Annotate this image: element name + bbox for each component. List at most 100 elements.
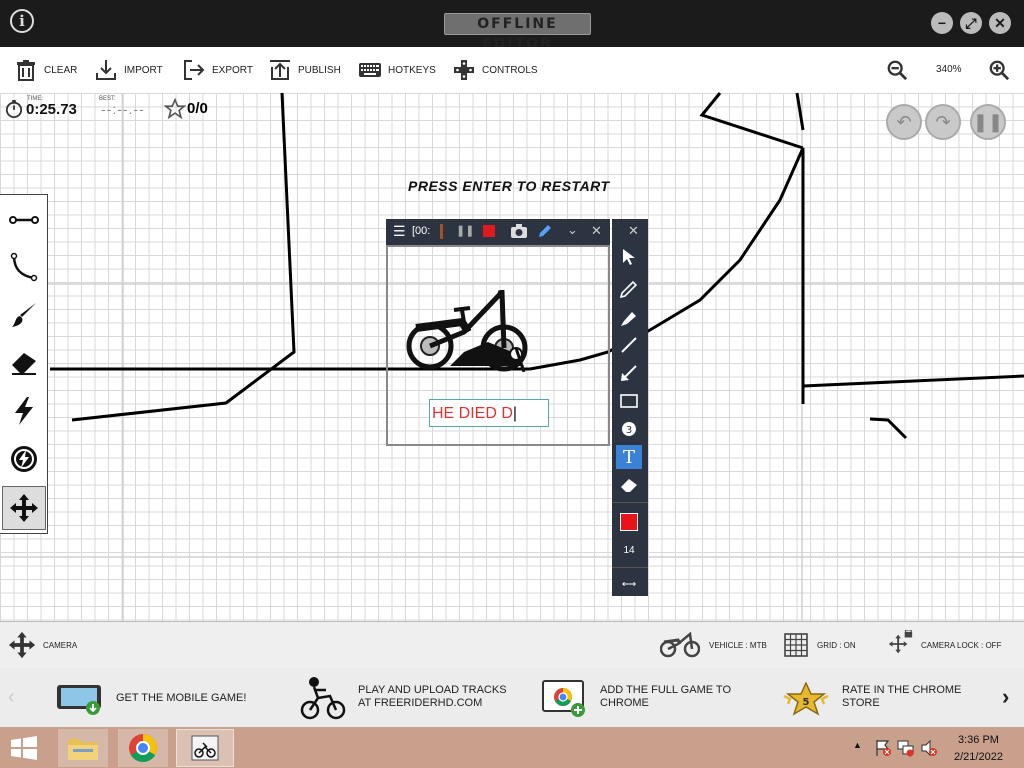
drawing-close-icon[interactable]: ✕: [628, 223, 639, 239]
annotation-text: HE DIED D: [432, 405, 513, 422]
promo-mobile-text[interactable]: GET THE MOBILE GAME!: [116, 692, 246, 705]
resize-arrows-icon: ⟷: [621, 578, 637, 590]
windows-start-icon[interactable]: [10, 736, 38, 760]
move-icon: [10, 494, 38, 522]
grid-label[interactable]: GRID : ON: [817, 641, 856, 650]
restart-message: PRESS ENTER TO RESTART: [408, 178, 610, 194]
mobile-game-icon[interactable]: [56, 682, 104, 716]
rating-badge-number: 5: [803, 697, 810, 708]
undo-icon: ↶: [896, 112, 912, 132]
straight-line-icon: [9, 216, 39, 224]
taskbar-chrome[interactable]: [118, 729, 168, 767]
rider-icon[interactable]: [300, 676, 346, 720]
app-title: OFFLINE EDITOR: [444, 13, 591, 52]
annotation-textbox[interactable]: HE DIED D|: [429, 399, 549, 427]
number-badge-icon: 3: [622, 422, 636, 436]
grid-icon[interactable]: [784, 633, 808, 657]
camera-move-icon[interactable]: [8, 631, 36, 659]
minimize-button[interactable]: −: [931, 12, 953, 34]
publish-label: PUBLISH: [298, 64, 341, 76]
taskbar-freerider[interactable]: [176, 729, 234, 767]
pointer-tool[interactable]: [616, 245, 642, 269]
undo-button[interactable]: ↶: [886, 104, 922, 140]
brush-tool[interactable]: [2, 293, 46, 337]
close-button[interactable]: ✕: [989, 12, 1011, 34]
line-icon: [621, 337, 637, 353]
folder-icon: [68, 739, 98, 760]
size-selector[interactable]: 14: [616, 538, 642, 562]
pause-icon: ❚❚: [972, 112, 1004, 132]
promo-rate-text[interactable]: RATE IN THE CHROME STORE: [842, 684, 961, 710]
zoom-in-icon[interactable]: [988, 59, 1010, 81]
recorder-pause-icon[interactable]: ❚❚: [456, 224, 474, 237]
eraser-tool[interactable]: [2, 341, 46, 385]
tray-expand-icon[interactable]: ▲: [853, 740, 862, 750]
info-button[interactable]: i: [10, 9, 34, 33]
redo-button[interactable]: ↷: [925, 104, 961, 140]
controls-button[interactable]: CONTROLS: [452, 58, 538, 82]
vehicle-label[interactable]: VEHICLE : MTB: [709, 641, 767, 650]
color-swatch: [620, 513, 638, 531]
promo-upload-text[interactable]: PLAY AND UPLOAD TRACKS AT FREERIDERHD.CO…: [358, 684, 507, 710]
line-tool[interactable]: [616, 333, 642, 357]
curve-tool[interactable]: [2, 245, 46, 289]
menu-icon[interactable]: ☰: [393, 223, 406, 240]
status-bar: CAMERA VEHICLE : MTB GRID : ON CAMERA LO…: [0, 621, 1024, 669]
eraser-draw-tool[interactable]: [616, 473, 642, 497]
stopwatch-icon: [5, 100, 23, 118]
camera-lock-icon[interactable]: [886, 630, 914, 658]
camera-lock-label[interactable]: CAMERA LOCK : OFF: [921, 641, 1001, 650]
zoom-out-icon[interactable]: [886, 59, 908, 81]
highlighter-tool[interactable]: [616, 306, 642, 330]
import-button[interactable]: IMPORT: [94, 58, 163, 82]
panel-resize[interactable]: ⟷: [616, 572, 642, 596]
chrome-add-icon[interactable]: [542, 680, 588, 718]
straight-line-tool[interactable]: [2, 198, 46, 242]
pause-button[interactable]: ❚❚: [970, 104, 1006, 140]
pencil-tool[interactable]: [616, 277, 642, 301]
svg-text:3: 3: [626, 425, 632, 436]
rectangle-icon: [620, 394, 638, 408]
move-camera-tool[interactable]: [2, 486, 46, 530]
rating-star-icon[interactable]: 5: [780, 682, 832, 716]
eraser-small-icon: [621, 479, 637, 492]
size-value: 14: [623, 544, 635, 556]
arrow-tool[interactable]: [616, 361, 642, 385]
promo-prev-icon[interactable]: ‹: [8, 686, 15, 709]
camera-icon[interactable]: [510, 223, 528, 239]
cursor-icon: [623, 249, 635, 265]
clock-date[interactable]: 2/21/2022: [954, 751, 1003, 763]
taskbar-explorer[interactable]: [58, 729, 108, 767]
main-toolbar: CLEAR IMPORT EXPORT PUBLISH HOTKEYS CONT…: [0, 47, 1024, 94]
clear-button[interactable]: CLEAR: [14, 58, 77, 82]
volume-muted-icon[interactable]: [920, 739, 938, 757]
recorder-close-icon[interactable]: ✕: [591, 223, 602, 239]
hotkeys-button[interactable]: HOTKEYS: [358, 58, 436, 82]
drawing-tools-panel: ✕ 3 T 14 ⟷: [612, 219, 648, 596]
network-icon[interactable]: [897, 739, 915, 757]
action-center-flag-icon[interactable]: [874, 739, 892, 757]
export-button[interactable]: EXPORT: [182, 58, 253, 82]
rectangle-tool[interactable]: [616, 389, 642, 413]
text-tool[interactable]: T: [616, 445, 642, 469]
color-picker[interactable]: [616, 510, 642, 534]
export-icon: [184, 60, 205, 80]
promo-chrome-text[interactable]: ADD THE FULL GAME TO CHROME: [600, 684, 731, 710]
collapse-icon[interactable]: ⌄: [567, 222, 578, 238]
tools-divider-2: [612, 567, 648, 568]
promo-next-icon[interactable]: ›: [1002, 684, 1009, 710]
pen-icon[interactable]: [537, 223, 553, 239]
maximize-button[interactable]: ⤢: [960, 12, 982, 34]
trash-icon: [17, 60, 35, 81]
record-stop-icon[interactable]: [483, 225, 495, 237]
powerup-tool[interactable]: [2, 437, 46, 481]
brush-icon: [12, 303, 36, 327]
chrome-icon: [129, 734, 157, 762]
pencil-icon: [620, 280, 638, 298]
counter-tool[interactable]: 3: [616, 417, 642, 441]
boost-tool[interactable]: [2, 389, 46, 433]
publish-button[interactable]: PUBLISH: [268, 58, 341, 82]
zoom-level: 340%: [936, 64, 962, 75]
clock-time[interactable]: 3:36 PM: [958, 734, 999, 746]
mtb-icon[interactable]: [660, 632, 700, 658]
